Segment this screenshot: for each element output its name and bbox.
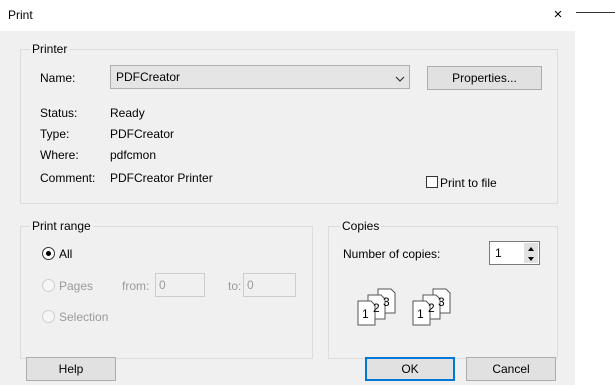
help-button[interactable]: Help [26, 357, 116, 381]
all-radio[interactable] [42, 247, 55, 260]
printer-name-label: Name: [40, 71, 76, 85]
print-to-file-checkbox[interactable] [426, 176, 438, 188]
number-of-copies-label: Number of copies: [343, 247, 441, 261]
status-value: Ready [110, 106, 145, 120]
selection-radio-label[interactable]: Selection [59, 310, 108, 324]
collate-page-number: 3 [383, 295, 390, 309]
number-of-copies-stepper[interactable]: 1 [489, 241, 540, 265]
spin-up-icon[interactable] [524, 243, 538, 253]
copies-group-label: Copies [340, 219, 382, 233]
type-value: PDFCreator [110, 127, 175, 141]
printer-group-label: Printer [30, 42, 70, 56]
cancel-button[interactable]: Cancel [466, 357, 556, 381]
print-dialog: Printer Name: PDFCreator Properties... S… [0, 31, 575, 385]
selection-radio[interactable] [42, 310, 55, 323]
to-input[interactable]: 0 [243, 273, 296, 297]
status-label: Status: [40, 106, 78, 120]
properties-button[interactable]: Properties... [427, 66, 542, 90]
collate-page-number: 3 [438, 295, 445, 309]
all-radio-label[interactable]: All [59, 247, 72, 261]
collate-page-number: 1 [417, 307, 424, 321]
collate-page-number: 2 [428, 301, 435, 315]
pages-radio-label[interactable]: Pages [59, 279, 93, 293]
printer-name-value: PDFCreator [116, 70, 181, 84]
ok-button[interactable]: OK [365, 357, 455, 381]
where-label: Where: [40, 148, 79, 162]
chevron-down-icon [395, 72, 405, 86]
spin-down-icon[interactable] [524, 253, 538, 263]
background-divider [576, 12, 615, 13]
type-label: Type: [40, 127, 70, 141]
from-input[interactable]: 0 [155, 273, 205, 297]
collate-page-number: 2 [373, 301, 380, 315]
where-value: pdfcmon [110, 148, 157, 162]
pages-radio[interactable] [42, 279, 55, 292]
to-label: to: [228, 279, 242, 293]
from-label: from: [122, 279, 150, 293]
close-icon[interactable]: × [548, 6, 568, 24]
collate-pages-icon: 1 2 3 1 2 3 [356, 287, 476, 327]
printer-name-select[interactable]: PDFCreator [110, 65, 410, 89]
comment-value: PDFCreator Printer [110, 171, 213, 185]
comment-label: Comment: [40, 171, 96, 185]
print-range-group-label: Print range [30, 219, 93, 233]
collate-page-number: 1 [362, 307, 369, 321]
print-to-file-label[interactable]: Print to file [440, 176, 497, 190]
window-title: Print [8, 8, 33, 22]
title-bar [0, 0, 575, 31]
number-of-copies-value: 1 [495, 246, 502, 260]
